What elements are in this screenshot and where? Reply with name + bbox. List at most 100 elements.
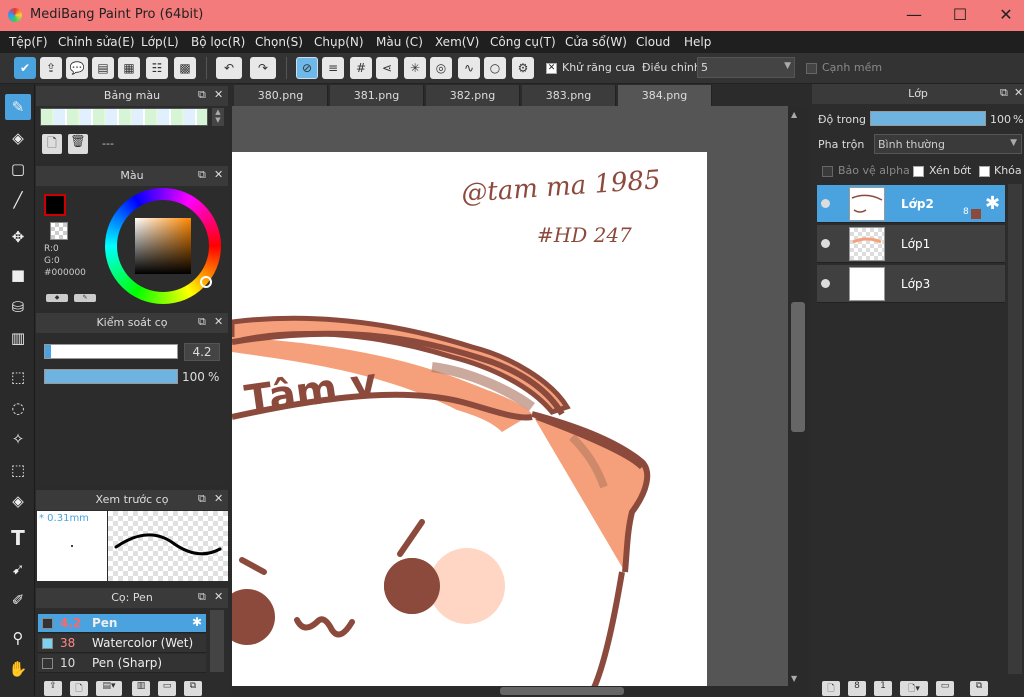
adjust-select[interactable]: 5 ▼ bbox=[697, 57, 795, 78]
share-icon[interactable]: ⇪ bbox=[40, 57, 62, 79]
layer-list-scrollbar[interactable] bbox=[1008, 184, 1022, 674]
hue-marker[interactable] bbox=[200, 276, 212, 288]
brush-item-pen[interactable]: 4.2 Pen ✱ bbox=[38, 614, 206, 633]
menu-view[interactable]: Xem(V) bbox=[435, 35, 479, 49]
canvas-horizontal-scrollbar[interactable] bbox=[232, 686, 808, 696]
menu-cloud[interactable]: Cloud bbox=[636, 35, 670, 49]
page-icon[interactable]: ▦ bbox=[118, 57, 140, 79]
add-brush-icon[interactable]: ⇪ bbox=[44, 681, 62, 696]
visibility-icon[interactable] bbox=[821, 239, 830, 248]
snap-off-icon[interactable]: ⊘ bbox=[296, 57, 318, 79]
layer-row-layer1[interactable]: Lớp1 bbox=[817, 225, 1005, 263]
new-palette-icon[interactable]: 🗋 bbox=[42, 134, 62, 154]
drawing-canvas[interactable]: Tâm v @tam ma 1985 #HD 247 bbox=[232, 152, 707, 686]
new-layer-1bit-icon[interactable]: 1 bbox=[874, 681, 892, 696]
brush-item-pen-sharp[interactable]: 10 Pen (Sharp) bbox=[38, 654, 206, 673]
vanishing-snap-icon[interactable]: ⋖ bbox=[376, 57, 398, 79]
tab-380[interactable]: 380.png bbox=[234, 85, 328, 106]
undock-icon[interactable]: ⧉ bbox=[1000, 86, 1008, 100]
comment-icon[interactable]: ▤ bbox=[92, 57, 114, 79]
fill-rect-tool-icon[interactable]: ■ bbox=[5, 262, 31, 288]
brush-list-scrollbar[interactable] bbox=[210, 610, 224, 672]
vertical-scroll-thumb[interactable] bbox=[791, 302, 805, 432]
layer-opacity-slider[interactable] bbox=[870, 111, 986, 126]
lasso-tool-icon[interactable]: ◌ bbox=[5, 395, 31, 421]
menu-select[interactable]: Chọn(S) bbox=[255, 35, 303, 49]
brush-copy-icon[interactable]: ⧉ bbox=[184, 681, 202, 696]
layer-row-layer3[interactable]: Lớp3 bbox=[817, 265, 1005, 303]
antialias-checkbox[interactable]: ✕ bbox=[546, 63, 557, 74]
circle-snap-icon[interactable]: ○ bbox=[484, 57, 506, 79]
close-panel-icon[interactable]: ✕ bbox=[214, 492, 223, 505]
visibility-icon[interactable] bbox=[821, 279, 830, 288]
undock-icon[interactable]: ⧉ bbox=[198, 492, 206, 506]
trash-icon[interactable]: 🗑 bbox=[68, 134, 88, 154]
clip-checkbox[interactable] bbox=[913, 166, 924, 177]
text-tool-icon[interactable]: T bbox=[5, 525, 31, 551]
canvas-vertical-scrollbar[interactable]: ▲ ▼ bbox=[788, 106, 808, 686]
undo-icon[interactable]: ↶ bbox=[216, 57, 242, 79]
new-layer-icon[interactable]: 🗋 bbox=[822, 681, 840, 696]
speech-bubble-icon[interactable]: 💬 bbox=[66, 57, 88, 79]
menu-layer[interactable]: Lớp(L) bbox=[141, 35, 179, 49]
brush-size-slider[interactable] bbox=[44, 344, 178, 359]
menu-filter[interactable]: Bộ lọc(R) bbox=[191, 35, 245, 49]
concentric-snap-icon[interactable]: ◎ bbox=[430, 57, 452, 79]
eyedropper-small-button[interactable]: ✎ bbox=[74, 294, 96, 302]
maximize-icon[interactable]: ☐ bbox=[950, 5, 970, 24]
grid-settings-icon[interactable]: ▩ bbox=[174, 57, 196, 79]
brush-folder-icon[interactable]: ▭ bbox=[158, 681, 176, 696]
menu-help[interactable]: Help bbox=[684, 35, 711, 49]
lock-checkbox[interactable] bbox=[979, 166, 990, 177]
close-panel-icon[interactable]: ✕ bbox=[1014, 86, 1023, 99]
foreground-color-swatch[interactable] bbox=[44, 194, 66, 216]
horizontal-scroll-thumb[interactable] bbox=[500, 687, 624, 695]
background-color-swatch[interactable] bbox=[50, 222, 68, 240]
brush-size-value[interactable]: 4.2 bbox=[184, 343, 220, 361]
palette-swatches[interactable] bbox=[40, 108, 208, 126]
curve-snap-icon[interactable]: ∿ bbox=[458, 57, 480, 79]
menu-tools[interactable]: Công cụ(T) bbox=[490, 35, 556, 49]
cross-snap-icon[interactable]: # bbox=[350, 57, 372, 79]
minimize-icon[interactable]: — bbox=[904, 5, 924, 24]
tab-383[interactable]: 383.png bbox=[522, 85, 616, 106]
blend-mode-select[interactable]: Bình thường ▼ bbox=[874, 134, 1022, 154]
bucket-tool-icon[interactable]: ⛁ bbox=[5, 294, 31, 320]
redo-icon[interactable]: ↷ bbox=[250, 57, 276, 79]
menu-color[interactable]: Màu (C) bbox=[376, 35, 423, 49]
menu-snap[interactable]: Chụp(N) bbox=[314, 35, 364, 49]
layer-settings-icon[interactable]: ✱ bbox=[985, 193, 1000, 214]
menu-edit[interactable]: Chỉnh sửa(E) bbox=[58, 35, 135, 49]
menu-window[interactable]: Cửa sổ(W) bbox=[565, 35, 627, 49]
snap-settings-icon[interactable]: ⚙ bbox=[512, 57, 534, 79]
divide-tool-icon[interactable]: ✐ bbox=[5, 587, 31, 613]
tab-384[interactable]: 384.png bbox=[618, 85, 712, 106]
undock-icon[interactable]: ⧉ bbox=[198, 315, 206, 329]
select-rect-tool-icon[interactable]: ⬚ bbox=[5, 364, 31, 390]
dot-tool-icon[interactable]: ▢ bbox=[5, 156, 31, 182]
select-pen-tool-icon[interactable]: ⬚ bbox=[5, 457, 31, 483]
close-panel-icon[interactable]: ✕ bbox=[214, 315, 223, 328]
move-tool-icon[interactable]: ✥ bbox=[5, 224, 31, 250]
undock-icon[interactable]: ⧉ bbox=[198, 590, 206, 604]
brush-opacity-slider[interactable] bbox=[44, 369, 178, 384]
brush-script-icon[interactable]: ▥ bbox=[132, 681, 150, 696]
hand-tool-icon[interactable]: ✋ bbox=[5, 656, 31, 682]
tab-382[interactable]: 382.png bbox=[426, 85, 520, 106]
swap-color-button[interactable]: ◆ bbox=[46, 294, 68, 302]
brush-settings-icon[interactable]: ✱ bbox=[192, 615, 202, 629]
magic-wand-tool-icon[interactable]: ✧ bbox=[5, 426, 31, 452]
parallel-snap-icon[interactable]: ≡ bbox=[322, 57, 344, 79]
panel-list-icon[interactable]: ☷ bbox=[146, 57, 168, 79]
canvas-area[interactable]: Tâm v @tam ma 1985 #HD 247 bbox=[232, 106, 788, 686]
close-panel-icon[interactable]: ✕ bbox=[214, 168, 223, 181]
undock-icon[interactable]: ⧉ bbox=[198, 88, 206, 102]
add-layer-menu-icon[interactable]: 🗋▾ bbox=[900, 681, 928, 696]
eraser-tool-icon[interactable]: ◈ bbox=[5, 125, 31, 151]
eyedropper-tool-icon[interactable]: ⚲ bbox=[5, 625, 31, 651]
new-layer-8bit-icon[interactable]: 8 bbox=[848, 681, 866, 696]
new-brush-icon[interactable]: 🗋 bbox=[70, 681, 88, 696]
menu-file[interactable]: Tệp(F) bbox=[9, 35, 48, 49]
brush-tool-icon[interactable]: ✎ bbox=[5, 94, 31, 120]
line-tool-icon[interactable]: ╱ bbox=[5, 187, 31, 213]
